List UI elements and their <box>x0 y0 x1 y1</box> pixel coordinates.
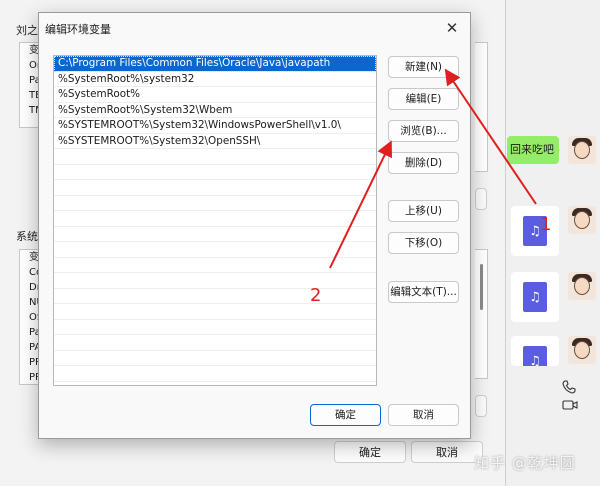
music-file-card[interactable]: ♫ <box>511 272 559 322</box>
list-item[interactable]: TE <box>20 88 40 103</box>
empty-row[interactable] <box>54 382 376 386</box>
empty-row[interactable] <box>54 335 376 351</box>
chat-panel: 回来吃吧 ♫ ♫ ♫ <box>506 0 600 486</box>
music-file-icon: ♫ <box>523 346 547 366</box>
path-row[interactable]: %SystemRoot%\system32 <box>54 72 376 87</box>
list-item[interactable]: 变 <box>20 250 40 265</box>
empty-row[interactable] <box>54 165 376 180</box>
annotation-label-2: 2 <box>310 285 322 306</box>
call-toolbar <box>562 380 600 416</box>
avatar[interactable] <box>568 336 596 364</box>
empty-row[interactable] <box>54 273 376 289</box>
empty-row[interactable] <box>54 242 376 258</box>
annotation-label-1: 1 <box>540 214 552 235</box>
user-variables-button-edge[interactable] <box>475 188 487 210</box>
dialog-titlebar[interactable]: 编辑环境变量 ✕ <box>39 13 470 43</box>
phone-icon[interactable] <box>562 380 576 398</box>
watermark: 知乎 @乾坤圆 <box>474 454 576 472</box>
cancel-button[interactable]: 取消 <box>411 441 483 463</box>
path-row[interactable]: %SystemRoot%\System32\Wbem <box>54 103 376 118</box>
empty-row[interactable] <box>54 304 376 320</box>
avatar[interactable] <box>568 272 596 300</box>
path-row[interactable]: %SYSTEMROOT%\System32\WindowsPowerShell\… <box>54 118 376 134</box>
user-variables-group-label: 刘之 <box>16 24 38 37</box>
system-variables-group-label: 系统 <box>16 230 38 243</box>
path-list[interactable]: C:\Program Files\Common Files\Oracle\Jav… <box>53 55 377 386</box>
edit-environment-variable-dialog: 编辑环境变量 ✕ C:\Program Files\Common Files\O… <box>38 12 471 439</box>
video-call-icon[interactable] <box>562 400 578 416</box>
list-item[interactable]: OS <box>20 310 40 325</box>
list-item[interactable]: Pa <box>20 325 40 340</box>
dialog-ok-button[interactable]: 确定 <box>310 404 381 426</box>
move-up-button[interactable]: 上移(U) <box>388 200 459 222</box>
music-file-icon: ♫ <box>523 282 547 312</box>
list-item[interactable]: PR <box>20 370 40 385</box>
list-item[interactable]: PA <box>20 340 40 355</box>
music-file-card[interactable]: ♫ <box>511 336 559 366</box>
close-icon[interactable]: ✕ <box>442 18 462 38</box>
music-file-card[interactable]: ♫ <box>511 206 559 256</box>
list-item[interactable]: PR <box>20 355 40 370</box>
empty-row[interactable] <box>54 180 376 196</box>
move-down-button[interactable]: 下移(O) <box>388 232 459 254</box>
list-item[interactable]: Dr <box>20 280 40 295</box>
list-item[interactable]: TM <box>20 103 40 118</box>
list-item[interactable]: Pa <box>20 73 40 88</box>
scrollbar[interactable] <box>480 264 483 310</box>
path-row[interactable]: %SystemRoot% <box>54 87 376 103</box>
edit-button[interactable]: 编辑(E) <box>388 88 459 110</box>
browse-button[interactable]: 浏览(B)... <box>388 120 459 142</box>
user-variables-list-right-edge <box>475 42 488 172</box>
system-variables-button-edge[interactable] <box>475 395 487 417</box>
chat-bubble[interactable]: 回来吃吧 <box>507 136 560 164</box>
empty-row[interactable] <box>54 149 376 165</box>
edit-text-button[interactable]: 编辑文本(T)... <box>388 281 459 303</box>
avatar[interactable] <box>568 206 596 234</box>
dialog-cancel-button[interactable]: 取消 <box>388 404 459 426</box>
list-item[interactable]: 变 <box>20 43 40 58</box>
empty-row[interactable] <box>54 211 376 227</box>
empty-row[interactable] <box>54 351 376 366</box>
avatar[interactable] <box>568 136 596 164</box>
empty-row[interactable] <box>54 289 376 304</box>
delete-button[interactable]: 删除(D) <box>388 152 459 174</box>
list-item[interactable]: NU <box>20 295 40 310</box>
list-item[interactable]: On <box>20 58 40 73</box>
empty-row[interactable] <box>54 320 376 335</box>
dialog-title: 编辑环境变量 <box>45 23 111 36</box>
path-row[interactable]: C:\Program Files\Common Files\Oracle\Jav… <box>54 56 376 72</box>
path-row[interactable]: %SYSTEMROOT%\System32\OpenSSH\ <box>54 134 376 149</box>
empty-row[interactable] <box>54 196 376 211</box>
empty-row[interactable] <box>54 366 376 382</box>
empty-row[interactable] <box>54 258 376 273</box>
ok-button[interactable]: 确定 <box>334 441 406 463</box>
empty-row[interactable] <box>54 227 376 242</box>
list-item[interactable]: Co <box>20 265 40 280</box>
new-button[interactable]: 新建(N) <box>388 56 459 78</box>
